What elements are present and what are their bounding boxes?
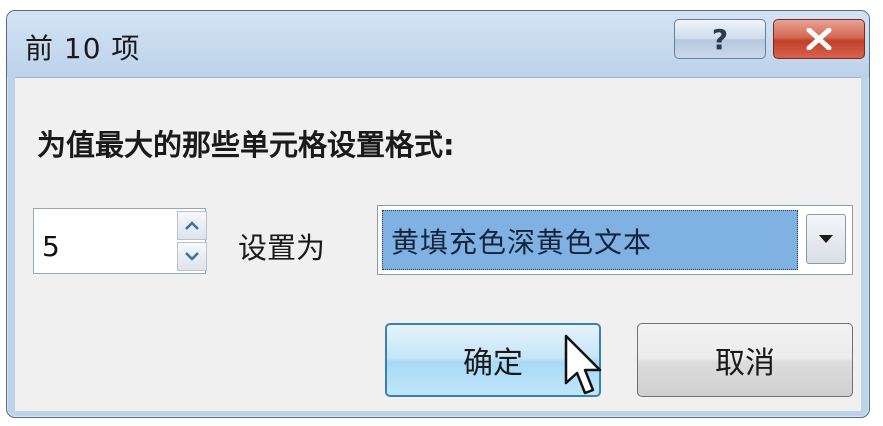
arrow-down-icon: [185, 252, 199, 261]
title-bar[interactable]: 前 10 项 ?: [7, 11, 869, 77]
spin-down-button[interactable]: [177, 242, 207, 271]
prompt-label: 为值最大的那些单元格设置格式:: [37, 128, 455, 162]
dialog-title: 前 10 项: [25, 32, 141, 65]
count-input[interactable]: [34, 209, 164, 273]
close-button[interactable]: [773, 19, 865, 59]
spin-up-button[interactable]: [177, 211, 207, 240]
mouse-pointer-icon: [564, 334, 602, 395]
dialog-body: 为值最大的那些单元格设置格式: 设置为 黄填充色深黄色文本: [15, 77, 861, 411]
help-button[interactable]: ?: [674, 19, 766, 59]
chevron-down-icon: [819, 235, 833, 243]
close-icon: [806, 28, 832, 50]
cancel-button[interactable]: 取消: [637, 323, 853, 397]
top10-dialog: 前 10 项 ? 为值最大的那些单元格设置格式: 设置为: [6, 10, 870, 418]
question-icon: ?: [711, 22, 729, 56]
format-dropdown[interactable]: 黄填充色深黄色文本: [377, 205, 853, 275]
format-selected-value[interactable]: 黄填充色深黄色文本: [382, 210, 798, 270]
count-spinner[interactable]: [33, 208, 207, 274]
arrow-up-icon: [185, 221, 199, 230]
set-as-label: 设置为: [238, 231, 326, 265]
dropdown-button[interactable]: [806, 214, 846, 264]
